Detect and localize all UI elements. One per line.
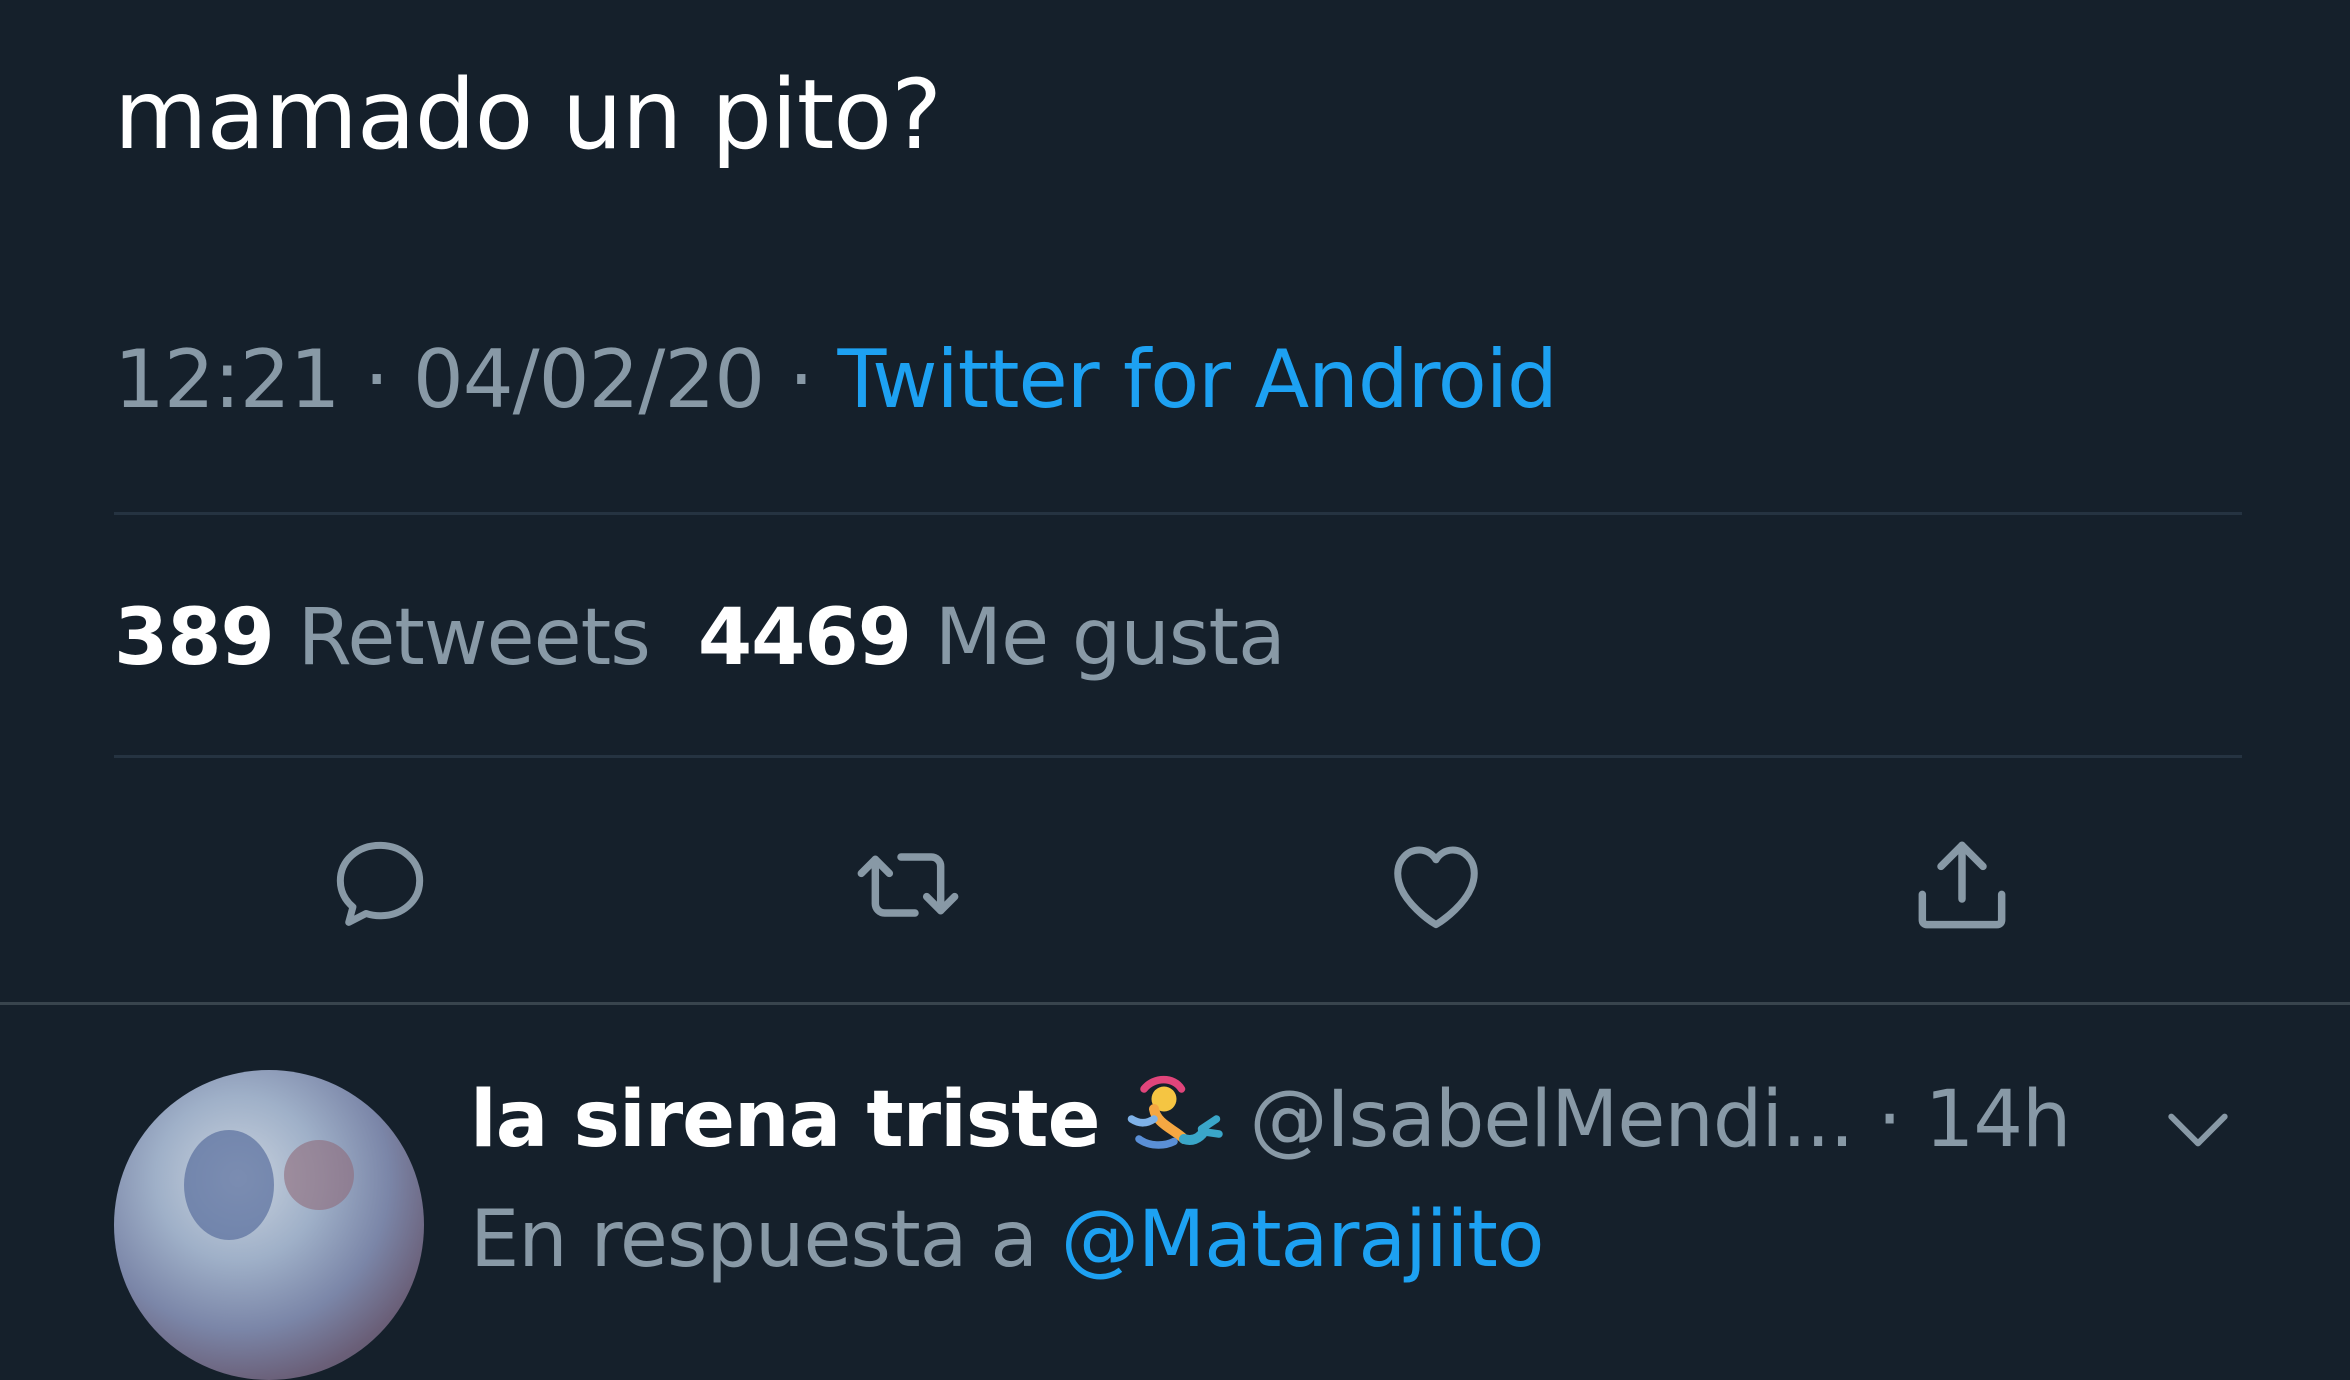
retweet-icon bbox=[857, 853, 959, 917]
meta-separator: · bbox=[788, 333, 814, 426]
retweets-stat[interactable]: 389 Retweets bbox=[114, 593, 651, 683]
display-name[interactable]: la sirena triste bbox=[470, 1075, 1100, 1165]
tweet-date: 04/02/20 bbox=[412, 333, 765, 426]
likes-count: 4469 bbox=[697, 593, 912, 683]
likes-label: Me gusta bbox=[934, 593, 1286, 683]
replying-to: En respuesta a @Matarajiito bbox=[470, 1190, 1545, 1290]
reply-timestamp[interactable]: · 14h bbox=[1877, 1075, 2071, 1165]
reply-to-prefix: En respuesta a bbox=[470, 1195, 1038, 1285]
tweet-actions-bar bbox=[0, 830, 2350, 940]
avatar[interactable] bbox=[114, 1070, 424, 1380]
like-button[interactable] bbox=[1376, 830, 1496, 940]
chevron-down-icon[interactable] bbox=[2158, 1090, 2238, 1170]
divider bbox=[0, 1002, 2350, 1005]
retweet-button[interactable] bbox=[848, 830, 968, 940]
reply-button[interactable] bbox=[320, 830, 440, 940]
mention-link[interactable]: @Matarajiito bbox=[1061, 1195, 1545, 1285]
retweets-label: Retweets bbox=[297, 593, 651, 683]
tweet-text: mamado un pito? bbox=[114, 59, 942, 171]
mermaid-emoji-icon bbox=[1128, 1075, 1224, 1149]
likes-stat[interactable]: 4469 Me gusta bbox=[697, 593, 1286, 683]
tweet-meta: 12:21 · 04/02/20 · Twitter for Android bbox=[114, 330, 1558, 430]
share-icon bbox=[1918, 841, 2006, 929]
user-handle[interactable]: @IsabelMendi... bbox=[1249, 1075, 1854, 1165]
reply-header: la sirena triste @IsabelMendi... · 14h bbox=[470, 1070, 2071, 1170]
reply-icon bbox=[336, 841, 424, 926]
heart-icon bbox=[1394, 846, 1478, 929]
retweets-count: 389 bbox=[114, 593, 275, 683]
tweet-source-link[interactable]: Twitter for Android bbox=[837, 333, 1557, 426]
reply-tweet[interactable]: la sirena triste @IsabelMendi... · 14h E… bbox=[0, 1030, 2350, 1380]
share-button[interactable] bbox=[1902, 830, 2022, 940]
divider bbox=[114, 512, 2242, 515]
meta-separator: · bbox=[363, 333, 389, 426]
tweet-stats: 389 Retweets 4469 Me gusta bbox=[114, 588, 1286, 688]
tweet-time: 12:21 bbox=[114, 333, 341, 426]
divider bbox=[114, 755, 2242, 758]
